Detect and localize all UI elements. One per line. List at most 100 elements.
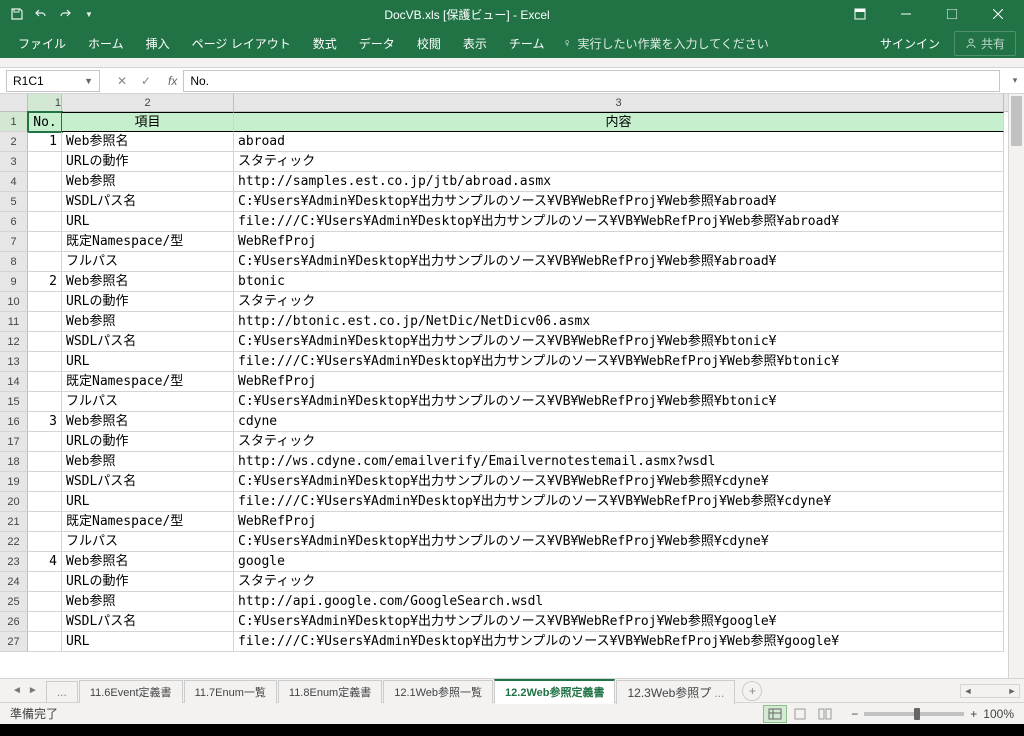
cell-no[interactable] — [28, 352, 62, 372]
cell-no[interactable] — [28, 152, 62, 172]
cell-no[interactable] — [28, 532, 62, 552]
save-icon[interactable] — [10, 7, 24, 21]
sheet-nav-prev-icon[interactable]: ► — [26, 685, 40, 696]
cell-item[interactable]: URL — [62, 492, 234, 512]
cell-content[interactable]: http://api.google.com/GoogleSearch.wsdl — [234, 592, 1004, 612]
cell-header-item[interactable]: 項目 — [62, 112, 234, 132]
tab-file[interactable]: ファイル — [8, 29, 76, 58]
col-header-3[interactable]: 3 — [234, 94, 1004, 111]
cell-no[interactable] — [28, 292, 62, 312]
row-header[interactable]: 25 — [0, 592, 28, 612]
cell-content[interactable]: C:¥Users¥Admin¥Desktop¥出力サンプルのソース¥VB¥Web… — [234, 392, 1004, 412]
row-header[interactable]: 24 — [0, 572, 28, 592]
cell-no[interactable] — [28, 492, 62, 512]
tab-pagelayout[interactable]: ページ レイアウト — [182, 29, 301, 58]
tab-formulas[interactable]: 数式 — [303, 29, 347, 58]
cell-item[interactable]: Web参照 — [62, 172, 234, 192]
formula-input[interactable]: No. — [183, 70, 1000, 92]
sheet-tab-enum-list[interactable]: 11.7Enum一覧 — [184, 680, 277, 703]
cell-no[interactable]: 1 — [28, 132, 62, 152]
cell-content[interactable]: file:///C:¥Users¥Admin¥Desktop¥出力サンプルのソー… — [234, 632, 1004, 652]
cell-no[interactable] — [28, 252, 62, 272]
sheet-tab-webref-def[interactable]: 12.2Web参照定義書 — [494, 679, 615, 704]
cell-item[interactable]: フルパス — [62, 252, 234, 272]
row-header[interactable]: 15 — [0, 392, 28, 412]
cell-content[interactable]: file:///C:¥Users¥Admin¥Desktop¥出力サンプルのソー… — [234, 212, 1004, 232]
cell-no[interactable]: 4 — [28, 552, 62, 572]
cell-no[interactable] — [28, 172, 62, 192]
cell-item[interactable]: WSDLパス名 — [62, 472, 234, 492]
cell-no[interactable] — [28, 332, 62, 352]
sheet-nav-first-icon[interactable]: ◄ — [10, 685, 24, 696]
share-button[interactable]: 共有 — [954, 31, 1016, 56]
qat-dropdown-icon[interactable]: ▼ — [82, 7, 96, 21]
cell-content[interactable]: WebRefProj — [234, 372, 1004, 392]
cell-item[interactable]: Web参照名 — [62, 412, 234, 432]
view-pagelayout-icon[interactable] — [788, 705, 812, 723]
minimize-button[interactable] — [884, 0, 928, 28]
scroll-left-icon[interactable]: ◄ — [961, 686, 975, 696]
tab-view[interactable]: 表示 — [453, 29, 497, 58]
cell-content[interactable]: cdyne — [234, 412, 1004, 432]
row-header[interactable]: 14 — [0, 372, 28, 392]
cell-no[interactable] — [28, 592, 62, 612]
cell-content[interactable]: C:¥Users¥Admin¥Desktop¥出力サンプルのソース¥VB¥Web… — [234, 332, 1004, 352]
row-header[interactable]: 7 — [0, 232, 28, 252]
tab-team[interactable]: チーム — [499, 29, 555, 58]
cell-item[interactable]: URL — [62, 632, 234, 652]
cell-content[interactable]: スタティック — [234, 432, 1004, 452]
zoom-level[interactable]: 100% — [983, 707, 1014, 721]
close-button[interactable] — [976, 0, 1020, 28]
row-header[interactable]: 4 — [0, 172, 28, 192]
cell-item[interactable]: URLの動作 — [62, 292, 234, 312]
cell-no[interactable] — [28, 212, 62, 232]
select-all-corner[interactable] — [0, 94, 28, 112]
cell-content[interactable]: スタティック — [234, 572, 1004, 592]
sheet-tab-webref-prop[interactable]: 12.3Web参照プ ... — [616, 680, 735, 704]
cell-content[interactable]: WebRefProj — [234, 512, 1004, 532]
row-header[interactable]: 9 — [0, 272, 28, 292]
zoom-in-button[interactable]: + — [970, 707, 977, 721]
tab-data[interactable]: データ — [349, 29, 405, 58]
redo-icon[interactable] — [58, 7, 72, 21]
cell-item[interactable]: Web参照 — [62, 452, 234, 472]
row-header[interactable]: 5 — [0, 192, 28, 212]
cell-item[interactable]: URL — [62, 352, 234, 372]
cell-item[interactable]: WSDLパス名 — [62, 192, 234, 212]
cell-content[interactable]: file:///C:¥Users¥Admin¥Desktop¥出力サンプルのソー… — [234, 492, 1004, 512]
col-header-2[interactable]: 2 — [62, 94, 234, 111]
name-box[interactable]: R1C1 ▼ — [6, 70, 100, 92]
cell-content[interactable]: C:¥Users¥Admin¥Desktop¥出力サンプルのソース¥VB¥Web… — [234, 532, 1004, 552]
cell-item[interactable]: URLの動作 — [62, 432, 234, 452]
cell-item[interactable]: URL — [62, 212, 234, 232]
row-header[interactable]: 27 — [0, 632, 28, 652]
cell-header-content[interactable]: 内容 — [234, 112, 1004, 132]
cell-content[interactable]: C:¥Users¥Admin¥Desktop¥出力サンプルのソース¥VB¥Web… — [234, 252, 1004, 272]
cell-no[interactable] — [28, 632, 62, 652]
cell-content[interactable]: C:¥Users¥Admin¥Desktop¥出力サンプルのソース¥VB¥Web… — [234, 472, 1004, 492]
undo-icon[interactable] — [34, 7, 48, 21]
cell-content[interactable]: http://btonic.est.co.jp/NetDic/NetDicv06… — [234, 312, 1004, 332]
sheet-tab-event[interactable]: 11.6Event定義書 — [79, 680, 183, 703]
cell-no[interactable] — [28, 612, 62, 632]
cell-content[interactable]: http://ws.cdyne.com/emailverify/Emailver… — [234, 452, 1004, 472]
cell-content[interactable]: file:///C:¥Users¥Admin¥Desktop¥出力サンプルのソー… — [234, 352, 1004, 372]
cell-item[interactable]: 既定Namespace/型 — [62, 232, 234, 252]
fx-icon[interactable]: fx — [162, 74, 183, 88]
new-sheet-button[interactable]: + — [742, 681, 762, 701]
cell-content[interactable]: WebRefProj — [234, 232, 1004, 252]
signin-link[interactable]: サインイン — [880, 35, 940, 52]
zoom-out-button[interactable]: − — [851, 707, 858, 721]
row-header[interactable]: 23 — [0, 552, 28, 572]
cell-item[interactable]: 既定Namespace/型 — [62, 512, 234, 532]
cell-no[interactable]: 2 — [28, 272, 62, 292]
formula-expand-icon[interactable]: ▾ — [1006, 75, 1024, 86]
cell-content[interactable]: C:¥Users¥Admin¥Desktop¥出力サンプルのソース¥VB¥Web… — [234, 612, 1004, 632]
row-header[interactable]: 13 — [0, 352, 28, 372]
row-header[interactable]: 19 — [0, 472, 28, 492]
cell-item[interactable]: Web参照 — [62, 312, 234, 332]
scroll-thumb[interactable] — [1011, 96, 1022, 146]
row-header[interactable]: 11 — [0, 312, 28, 332]
view-pagebreak-icon[interactable] — [813, 705, 837, 723]
scroll-right-icon[interactable]: ► — [1005, 686, 1019, 696]
